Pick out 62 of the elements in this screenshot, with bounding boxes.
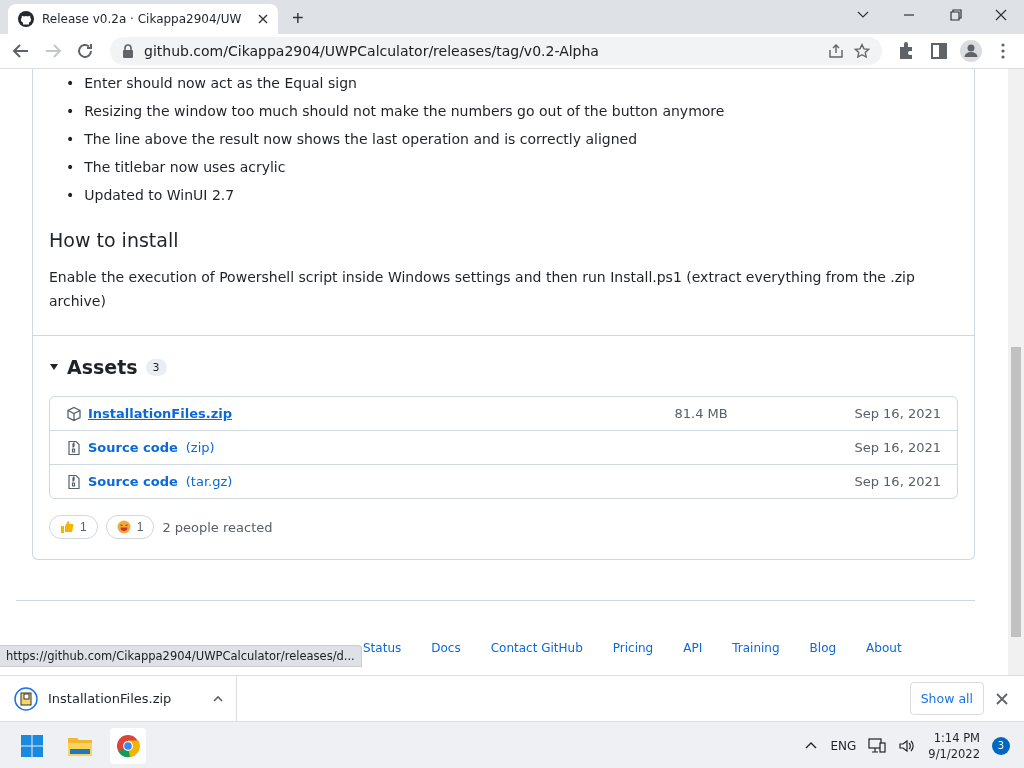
github-logo-icon [18,11,34,27]
thumbs-up-icon [60,520,74,534]
file-zip-icon [66,439,82,456]
bullet: • [66,130,75,149]
paragraph: Enable the execution of Powershell script inside Windows settings and then run Install.ps1 (extract everything from the .zip archive) [49,268,916,311]
list-item: Enter should now act as the Equal sign [84,74,357,93]
download-file-name[interactable]: InstallationFiles.zip [48,691,202,706]
asset-date: Sep 16, 2021 [854,440,941,455]
footer-link[interactable]: Blog [809,641,837,655]
close-icon[interactable] [258,14,268,24]
caret-down-icon[interactable] [49,362,59,372]
zip-file-icon [14,686,38,711]
footer-link[interactable]: Contact GitHub [490,641,583,655]
asset-size: 81.4 MB [674,406,729,421]
package-icon [66,405,82,422]
footer-link[interactable]: Pricing [612,641,654,655]
list-item: Resizing the window too much should not make the numbers go out of the button anymore [84,102,725,121]
reaction-button[interactable]: 1 [49,515,98,539]
star-icon[interactable] [854,43,870,59]
footer-link[interactable]: Docs [431,641,461,655]
share-icon[interactable] [828,43,844,59]
status-url: https://github.com/Cikappa2904/UWPCalculator/releases/d... [0,645,362,667]
browser-tab[interactable]: Release v0.2a · Cikappa2904/UW [8,4,278,34]
footer-link[interactable]: Training [732,641,780,655]
asset-type: (zip) [185,440,215,455]
footer-link[interactable]: About [866,641,902,655]
list-item: The titlebar now uses acrylic [84,158,286,177]
asset-type: (tar.gz) [185,474,233,489]
footer-link[interactable]: API [683,641,703,655]
chrome-icon[interactable] [110,727,146,764]
asset-date: Sep 16, 2021 [854,474,941,489]
tab-title: Release v0.2a · Cikappa2904/UW [42,12,243,26]
count-badge: 3 [145,358,167,376]
profile-icon[interactable] [958,38,984,64]
asset-date: Sep 16, 2021 [854,406,941,421]
notification-badge[interactable]: 3 [992,736,1010,755]
speaker-icon[interactable] [898,737,917,754]
url-text: github.com/Cikappa2904/UWPCalculator/releases/tag/v0.2-Alpha [144,43,600,59]
new-tab-button[interactable]: + [288,7,308,30]
network-icon[interactable] [868,737,887,754]
lock-icon [122,44,134,58]
clock[interactable]: 1:14 PM 9/1/2022 [928,729,980,762]
assets-heading[interactable]: Assets [67,356,138,378]
file-zip-icon [66,473,82,490]
list-item: The line above the result now shows the last operation and is correctly aligned [84,130,638,149]
list-item: Updated to WinUI 2.7 [84,186,235,205]
show-all-button[interactable]: Show all [909,682,984,715]
reactions-summary: 2 people reacted [162,519,273,535]
asset-link[interactable]: InstallationFiles.zip [88,406,232,421]
asset-link[interactable]: Source code [88,474,178,489]
language-indicator[interactable]: ENG [830,738,857,753]
bullet: • [66,186,75,205]
address-bar[interactable]: github.com/Cikappa2904/UWPCalculator/releases/tag/v0.2-Alpha [110,37,882,65]
laughing-emoji-icon [116,520,131,534]
section-heading: How to install [49,229,180,251]
footer-link[interactable]: Status [363,641,402,655]
scrollbar[interactable] [1008,69,1024,675]
bullet: • [66,158,75,177]
bullet: • [66,102,75,121]
asset-link[interactable]: Source code [88,440,178,455]
bullet: • [66,74,75,93]
reaction-button[interactable]: 1 [105,515,155,539]
